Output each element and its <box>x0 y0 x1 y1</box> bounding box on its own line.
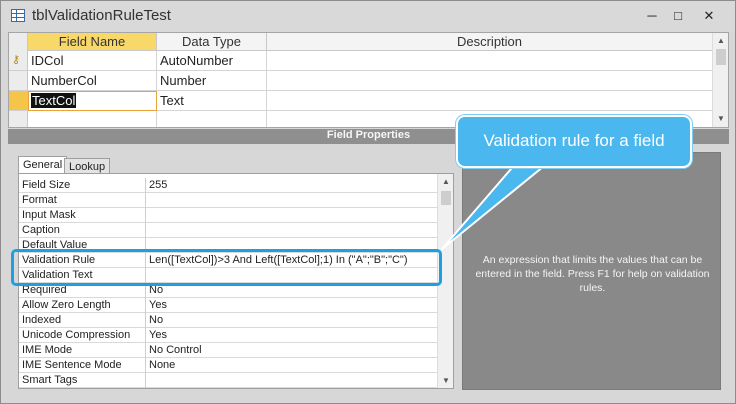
callout-text: Validation rule for a field <box>483 131 665 150</box>
header-data-type[interactable]: Data Type <box>157 33 267 51</box>
close-button[interactable]: ✕ <box>698 7 720 25</box>
header-description[interactable]: Description <box>267 33 713 51</box>
primary-key-icon: ⚷ <box>12 54 21 66</box>
property-row[interactable]: Smart Tags <box>19 373 437 388</box>
selected-text: TextCol <box>31 93 77 108</box>
property-row[interactable]: Caption <box>19 223 437 238</box>
field-name-cell[interactable]: IDCol <box>28 51 157 71</box>
window-title: tblValidationRuleTest <box>32 7 171 24</box>
field-name-cell[interactable]: NumberCol <box>28 71 157 91</box>
field-name-cell-editing[interactable]: TextCol <box>28 91 157 111</box>
scroll-thumb[interactable] <box>716 49 726 65</box>
description-cell[interactable] <box>267 51 713 71</box>
property-row[interactable]: Format <box>19 193 437 208</box>
description-cell[interactable] <box>267 71 713 91</box>
property-row[interactable]: IME Mode No Control <box>19 343 437 358</box>
field-name-cell[interactable] <box>28 111 157 127</box>
scroll-down-icon[interactable]: ▼ <box>438 373 453 388</box>
table-design-window: tblValidationRuleTest ─ □ ✕ Field Name D… <box>0 0 736 404</box>
table-icon <box>11 9 25 22</box>
data-type-cell[interactable]: AutoNumber <box>157 51 267 71</box>
scroll-up-icon[interactable]: ▲ <box>713 33 728 48</box>
maximize-button[interactable]: □ <box>667 7 689 25</box>
field-grid: Field Name Data Type Description ⚷ IDCol… <box>8 32 729 128</box>
grid-scrollbar[interactable]: ▲ ▼ <box>712 33 728 127</box>
row-selector[interactable]: ⚷ <box>9 51 28 71</box>
title-bar[interactable]: tblValidationRuleTest ─ □ ✕ <box>1 1 735 32</box>
help-text: An expression that limits the values tha… <box>475 254 710 294</box>
property-row[interactable]: IME Sentence Mode None <box>19 358 437 373</box>
property-row[interactable]: Field Size 255 <box>19 178 437 193</box>
property-row[interactable]: Input Mask <box>19 208 437 223</box>
current-row-selector[interactable] <box>9 91 28 111</box>
scroll-down-icon[interactable]: ▼ <box>713 111 728 126</box>
property-row[interactable]: Indexed No <box>19 313 437 328</box>
data-type-cell[interactable] <box>157 111 267 127</box>
tab-general[interactable]: General <box>18 156 68 173</box>
row-selector[interactable] <box>9 71 28 91</box>
tab-lookup[interactable]: Lookup <box>64 158 111 173</box>
property-row[interactable]: Unicode Compression Yes <box>19 328 437 343</box>
validation-highlight-box <box>11 249 442 286</box>
minimize-button[interactable]: ─ <box>641 7 663 25</box>
data-type-cell[interactable]: Text <box>157 91 267 111</box>
description-cell[interactable] <box>267 91 713 111</box>
header-field-name[interactable]: Field Name <box>28 33 157 51</box>
callout-bubble: Validation rule for a field <box>456 115 692 168</box>
data-type-cell[interactable]: Number <box>157 71 267 91</box>
property-help-panel: An expression that limits the values tha… <box>462 152 721 390</box>
scroll-thumb[interactable] <box>441 191 451 205</box>
scroll-up-icon[interactable]: ▲ <box>438 174 453 189</box>
property-row[interactable]: Allow Zero Length Yes <box>19 298 437 313</box>
